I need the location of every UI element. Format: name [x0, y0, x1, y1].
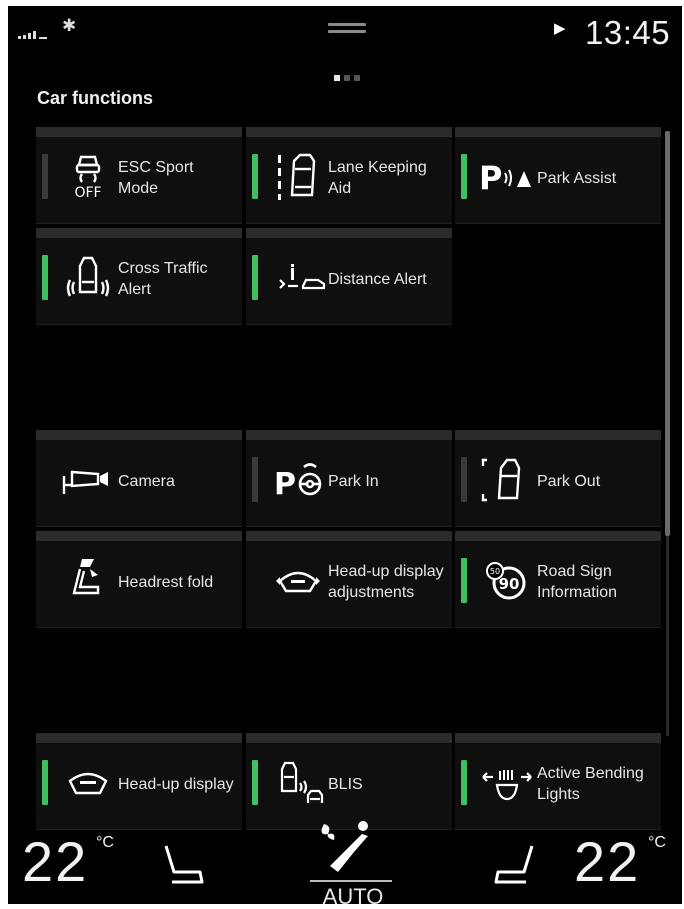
status-indicator: [461, 457, 467, 502]
status-indicator: [42, 760, 48, 805]
play-icon: ▶: [554, 20, 566, 37]
headrest-icon: [72, 559, 100, 595]
right-temp-unit: °C: [648, 834, 666, 851]
svg-text:P: P: [274, 467, 296, 502]
drag-handle[interactable]: [328, 23, 366, 37]
park-in-icon: P: [274, 463, 322, 502]
tile-distance-alert[interactable]: Distance Alert: [246, 228, 452, 325]
tile-camera[interactable]: Camera: [36, 430, 242, 527]
status-indicator: [42, 255, 48, 300]
hud-adjust-icon: [276, 571, 320, 593]
svg-text:OFF: OFF: [74, 185, 101, 201]
road-sign-icon: 90 50: [486, 562, 526, 600]
tile-headrest-fold[interactable]: Headrest fold: [36, 531, 242, 628]
center-display: ✱ ▶ 13:45 Car functions OFF ESC Sport Mo…: [8, 6, 682, 904]
page-dot-1[interactable]: [334, 75, 340, 81]
esc-off-icon: OFF: [74, 155, 102, 201]
page-dot-3[interactable]: [354, 75, 360, 81]
page-indicator[interactable]: [334, 68, 364, 86]
tile-label: Cross Traffic Alert: [118, 260, 208, 298]
tile-label: Park Assist: [537, 169, 617, 187]
tile-label: Head-up display: [118, 775, 234, 793]
status-indicator: [461, 760, 467, 805]
tile-label: Road Sign Information: [537, 563, 618, 601]
tile-park-assist[interactable]: P Park Assist: [455, 127, 661, 224]
blis-icon: [280, 761, 324, 803]
svg-text:50: 50: [490, 567, 500, 576]
cross-traffic-icon: [66, 256, 110, 297]
park-out-icon: [481, 458, 521, 502]
tile-label: Park In: [328, 472, 379, 490]
park-assist-icon: P: [479, 159, 531, 197]
screen: ✱ ▶ 13:45 Car functions OFF ESC Sport Mo…: [0, 0, 684, 909]
tile-label: Headrest fold: [118, 573, 214, 591]
tile-label: Park Out: [537, 472, 601, 490]
page-dot-2[interactable]: [344, 75, 350, 81]
tile-park-out[interactable]: Park Out: [455, 430, 661, 527]
section-title: Car functions: [37, 88, 154, 108]
distance-alert-icon: [279, 264, 326, 290]
camera-icon: [62, 470, 108, 494]
bending-lights-icon: [482, 770, 532, 801]
right-seat-heat-icon[interactable]: [490, 842, 540, 886]
lane-keeping-icon: [278, 153, 316, 200]
status-indicator: [252, 760, 258, 805]
auto-indicator-line: [310, 880, 392, 882]
auto-climate-button[interactable]: AUTO: [318, 884, 388, 904]
right-temperature[interactable]: 22: [574, 829, 640, 894]
tile-park-in[interactable]: P Park In: [246, 430, 452, 527]
tile-label: Distance Alert: [328, 270, 427, 288]
bluetooth-icon: ✱: [62, 16, 77, 35]
tile-road-sign-information[interactable]: 90 50 Road Sign Information: [455, 531, 661, 628]
tile-label: BLIS: [328, 775, 363, 793]
svg-text:P: P: [479, 159, 502, 197]
clock: 13:45: [585, 14, 671, 51]
tile-label: Lane Keeping Aid: [328, 159, 427, 197]
status-indicator: [461, 154, 467, 199]
fan-airflow-icon[interactable]: [308, 820, 378, 878]
left-seat-heat-icon[interactable]: [158, 842, 208, 886]
status-indicator: [42, 154, 48, 199]
left-temp-unit: °C: [96, 834, 114, 851]
tile-lane-keeping-aid[interactable]: Lane Keeping Aid: [246, 127, 452, 224]
tile-cross-traffic-alert[interactable]: Cross Traffic Alert: [36, 228, 242, 325]
scrollbar-thumb[interactable]: [665, 131, 670, 536]
tile-label: Active Bending Lights: [537, 765, 644, 803]
signal-strength-icon: [18, 31, 47, 39]
climate-bar: 22 °C AUTO 22 °C: [8, 814, 682, 904]
left-temperature[interactable]: 22: [22, 829, 88, 894]
tile-label: Camera: [118, 472, 175, 490]
tile-esc-sport-mode[interactable]: OFF ESC Sport Mode: [36, 127, 242, 224]
status-indicator: [252, 457, 258, 502]
status-indicator: [252, 154, 258, 199]
svg-text:90: 90: [499, 575, 520, 593]
tile-label: ESC Sport Mode: [118, 159, 194, 197]
tile-label: Head-up display adjustments: [328, 563, 444, 601]
status-indicator: [461, 558, 467, 603]
tile-hud-adjustments[interactable]: Head-up display adjustments: [246, 531, 452, 628]
hud-icon: [68, 772, 108, 795]
status-indicator: [252, 255, 258, 300]
